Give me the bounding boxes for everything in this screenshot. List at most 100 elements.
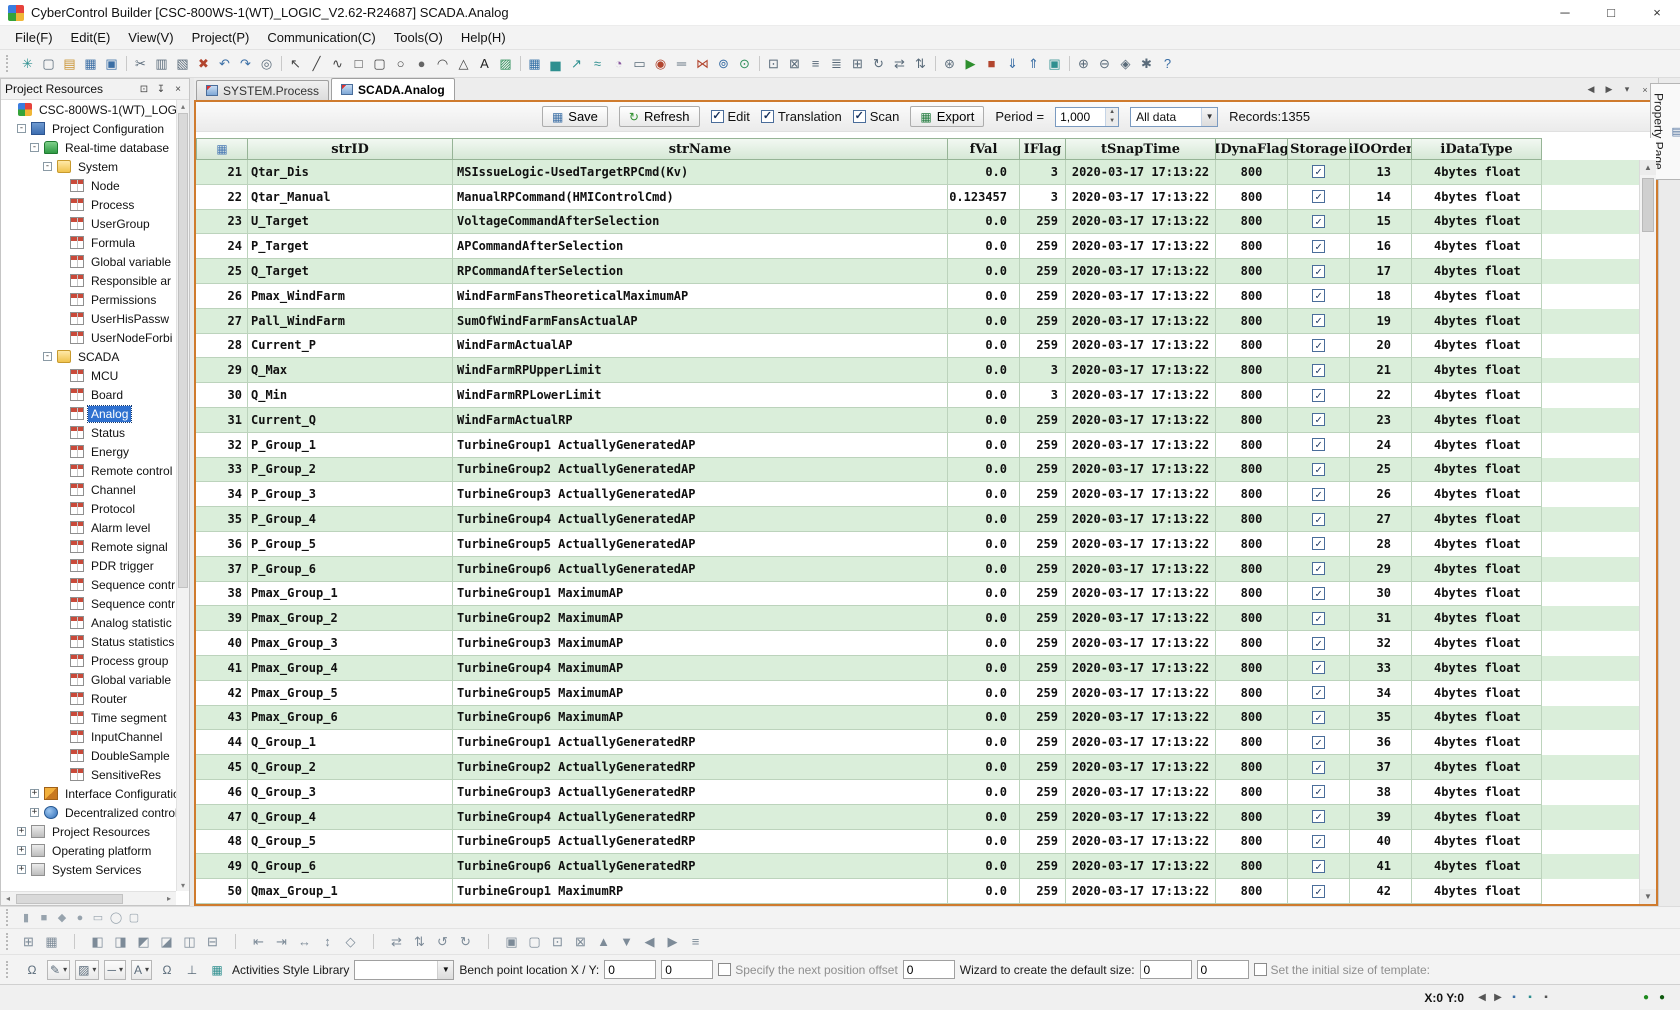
tree-item[interactable]: UserNodeForbi (1, 328, 176, 347)
alignment-icon[interactable] (63, 932, 86, 952)
doc-chip-icon[interactable]: ▪ (1538, 990, 1554, 1006)
line-tool-icon[interactable]: ╱ (306, 54, 327, 74)
tree-expander-icon[interactable]: + (17, 846, 26, 855)
table-row[interactable]: 40 Pmax_Group_3 TurbineGroup3 MaximumAP … (196, 631, 1639, 656)
storage-checkbox[interactable] (1312, 438, 1325, 451)
tree-item[interactable]: Analog (1, 404, 176, 423)
toolbar-checkbox[interactable]: Edit (711, 109, 750, 124)
save-all-icon[interactable]: ▣ (101, 54, 122, 74)
tree-item[interactable]: Node (1, 176, 176, 195)
offset-checkbox-group[interactable]: Specify the next position offset (718, 963, 898, 977)
storage-checkbox[interactable] (1312, 389, 1325, 402)
zoom-out-icon[interactable]: ⊖ (1094, 54, 1115, 74)
storage-checkbox[interactable] (1312, 339, 1325, 352)
tree-item[interactable]: Protocol (1, 499, 176, 518)
lamp-widget-icon[interactable]: ◉ (650, 54, 671, 74)
data-filter-combo[interactable]: All data (1130, 107, 1218, 127)
zoom-in-icon[interactable]: ⊕ (1073, 54, 1094, 74)
tree-item[interactable]: - Real-time database (1, 138, 176, 157)
fit-view-icon[interactable]: ◈ (1115, 54, 1136, 74)
pin-panel-icon[interactable]: ↧ (154, 82, 168, 96)
distribute-vertical-icon[interactable]: ⇥ (270, 932, 293, 952)
storage-checkbox[interactable] (1312, 587, 1325, 600)
table-row[interactable]: 42 Pmax_Group_5 TurbineGroup5 MaximumAP … (196, 681, 1639, 706)
scrollbar-thumb[interactable] (1642, 178, 1654, 232)
tree-item[interactable]: DoubleSample (1, 746, 176, 765)
alignment-icon[interactable] (224, 932, 247, 952)
toolbar-checkbox[interactable]: Scan (853, 109, 900, 124)
storage-checkbox[interactable] (1312, 413, 1325, 426)
pump-widget-icon[interactable]: ⊙ (734, 54, 755, 74)
ungroup-icon[interactable]: ⊠ (784, 54, 805, 74)
column-header-tsnaptime[interactable]: tSnapTime (1066, 138, 1216, 160)
text-tool-icon[interactable]: A (474, 54, 495, 74)
column-header-iioorder[interactable]: iIOOrder (1350, 138, 1412, 160)
move-down-icon[interactable]: ▼ (615, 932, 638, 952)
pipe-widget-icon[interactable]: ═ (671, 54, 692, 74)
column-header-storage[interactable]: Storage (1288, 138, 1350, 160)
show-grid-icon[interactable]: ▦ (40, 932, 63, 952)
tab-system-process[interactable]: SYSTEM.Process (196, 80, 329, 100)
column-header-fval[interactable]: fVal (948, 138, 1020, 160)
table-row[interactable]: 21 Qtar_Dis MSIssueLogic-UsedTargetRPCmd… (196, 160, 1639, 185)
storage-checkbox[interactable] (1312, 289, 1325, 302)
storage-checkbox[interactable] (1312, 810, 1325, 823)
ungroup-objects-icon[interactable]: ⊠ (569, 932, 592, 952)
pen-color-icon[interactable]: ✎ (47, 960, 70, 980)
activities-style-combo[interactable] (354, 960, 454, 980)
run-icon[interactable]: ▶ (960, 54, 981, 74)
storage-checkbox[interactable] (1312, 463, 1325, 476)
storage-checkbox[interactable] (1312, 513, 1325, 526)
layer-chip-icon[interactable]: ▪ (1506, 990, 1522, 1006)
group-icon[interactable]: ⊡ (763, 54, 784, 74)
toolbar-grip[interactable] (6, 961, 12, 978)
toolbar-checkbox[interactable]: Translation (761, 109, 842, 124)
bring-to-front-icon[interactable]: ▣ (500, 932, 523, 952)
rect-tool-icon[interactable]: □ (348, 54, 369, 74)
tree-item[interactable]: Formula (1, 233, 176, 252)
filled-bar-shape-icon[interactable]: ▮ (17, 910, 35, 926)
storage-checkbox[interactable] (1312, 265, 1325, 278)
table-row[interactable]: 45 Q_Group_2 TurbineGroup2 ActuallyGener… (196, 755, 1639, 780)
table-row[interactable]: 32 P_Group_1 TurbineGroup1 ActuallyGener… (196, 433, 1639, 458)
flip-vertical-icon[interactable]: ⇅ (910, 54, 931, 74)
toolbar-grip[interactable] (6, 933, 12, 950)
curve-widget-icon[interactable]: ≈ (587, 54, 608, 74)
table-row[interactable]: 28 Current_P WindFarmActualAP 0.0 259 20… (196, 334, 1639, 359)
bar-chart-widget-icon[interactable]: ▅ (545, 54, 566, 74)
offset-checkbox[interactable] (718, 963, 731, 976)
tree-expander-icon[interactable]: - (43, 162, 52, 171)
download-icon[interactable]: ⇓ (1002, 54, 1023, 74)
help-icon[interactable]: ? (1157, 54, 1178, 74)
table-row[interactable]: 35 P_Group_4 TurbineGroup4 ActuallyGener… (196, 507, 1639, 532)
table-row[interactable]: 50 Qmax_Group_1 TurbineGroup1 MaximumRP … (196, 879, 1639, 904)
period-input[interactable] (1056, 108, 1105, 126)
tree-item[interactable]: + Interface Configuration (1, 784, 176, 803)
grid-vertical-scrollbar[interactable] (1639, 160, 1656, 904)
column-header-strid[interactable]: strID (248, 138, 453, 160)
tree-item[interactable]: InputChannel (1, 727, 176, 746)
tree-item[interactable]: Alarm level (1, 518, 176, 537)
tree-item[interactable]: Channel (1, 480, 176, 499)
checkbox-icon[interactable] (711, 110, 724, 123)
square-outline-shape-icon[interactable]: ▢ (125, 910, 143, 926)
tree-item[interactable]: CSC-800WS-1(WT)_LOGIC_V2.62-R24687 (1, 100, 176, 119)
flip-horizontal-icon[interactable]: ⇄ (385, 932, 408, 952)
group-objects-icon[interactable]: ⊡ (546, 932, 569, 952)
storage-checkbox[interactable] (1312, 637, 1325, 650)
distribute-horizontal-icon[interactable]: ⇤ (247, 932, 270, 952)
tree-item[interactable]: Status (1, 423, 176, 442)
style-grid-icon[interactable]: ▦ (207, 960, 227, 980)
tree-item[interactable]: Sequence contr (1, 594, 176, 613)
table-row[interactable]: 38 Pmax_Group_1 TurbineGroup1 MaximumAP … (196, 582, 1639, 607)
menu-item[interactable]: Edit(E) (62, 27, 120, 48)
ellipse-tool-icon[interactable]: ○ (390, 54, 411, 74)
table-row[interactable]: 43 Pmax_Group_6 TurbineGroup6 MaximumAP … (196, 706, 1639, 731)
align-left-icon[interactable]: ◧ (86, 932, 109, 952)
storage-checkbox[interactable] (1312, 190, 1325, 203)
paste-icon[interactable]: ▧ (172, 54, 193, 74)
spin-up-icon[interactable] (1106, 108, 1118, 117)
menu-item[interactable]: Project(P) (183, 27, 259, 48)
storage-checkbox[interactable] (1312, 165, 1325, 178)
spin-down-icon[interactable] (1106, 117, 1118, 126)
